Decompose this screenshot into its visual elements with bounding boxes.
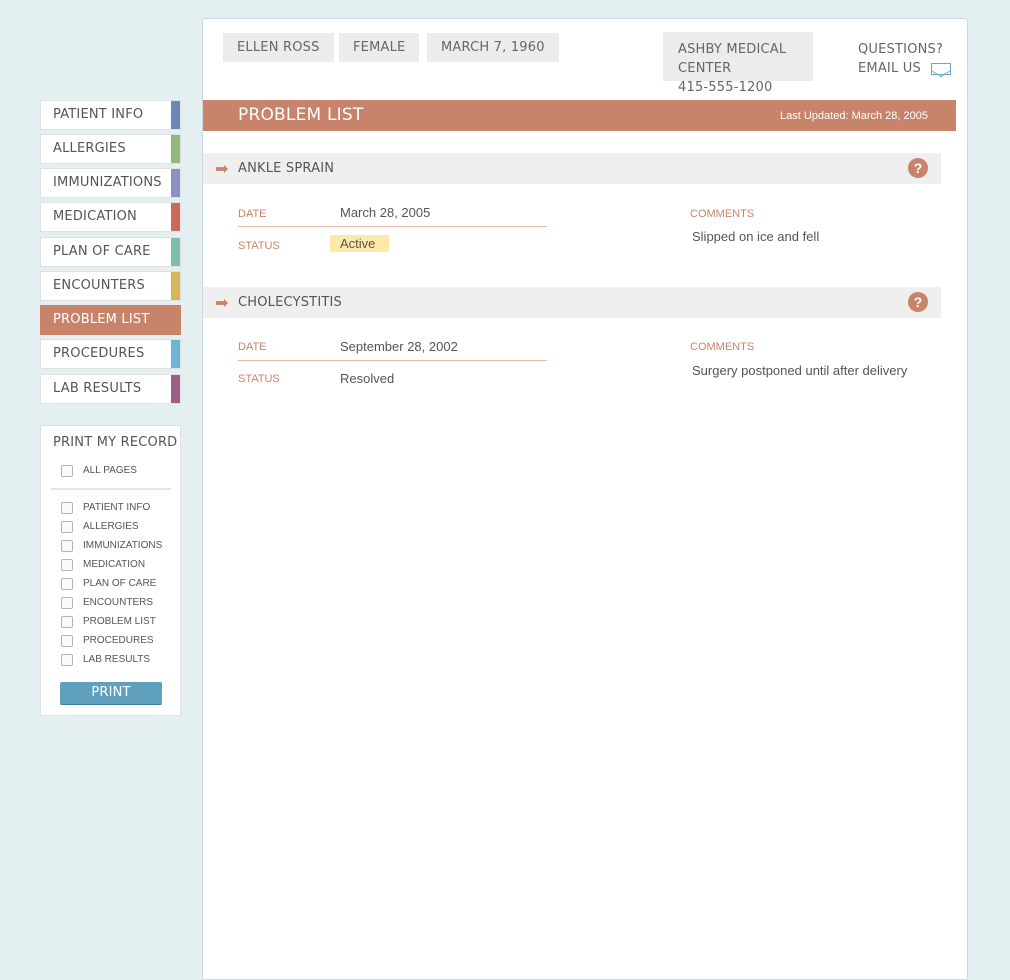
checkbox[interactable] xyxy=(61,540,73,552)
checkbox[interactable] xyxy=(61,521,73,533)
checkbox-label: MEDICATION xyxy=(83,559,146,570)
checkbox[interactable] xyxy=(61,616,73,628)
sidebar-item-label: ALLERGIES xyxy=(53,141,126,156)
contact-block: QUESTIONS? EMAIL US xyxy=(858,40,952,78)
sidebar-item-label: IMMUNIZATIONS xyxy=(53,175,162,190)
medical-center-info: ASHBY MEDICAL CENTER 415-555-1200 xyxy=(663,32,813,95)
medical-center-phone: 415-555-1200 xyxy=(678,80,773,95)
main-panel: ELLEN ROSS FEMALE MARCH 7, 1960 ASHBY ME… xyxy=(202,18,968,980)
status-label: STATUS xyxy=(238,373,280,385)
color-tab xyxy=(171,340,180,368)
sidebar-item-plan-of-care[interactable]: PLAN OF CARE xyxy=(40,237,181,267)
checkbox[interactable] xyxy=(61,578,73,590)
help-icon[interactable]: ? xyxy=(908,158,928,178)
sidebar-item-medication[interactable]: MEDICATION xyxy=(40,202,181,232)
checkbox-label: LAB RESULTS xyxy=(83,654,151,665)
checkbox[interactable] xyxy=(61,502,73,514)
sidebar-item-label: PATIENT INFO xyxy=(53,107,144,122)
checkbox-label: ALLERGIES xyxy=(83,521,139,532)
print-button[interactable]: PRINT xyxy=(60,682,162,705)
problem-comments: Slipped on ice and fell xyxy=(692,229,820,244)
checkbox[interactable] xyxy=(61,635,73,647)
comments-label: COMMENTS xyxy=(690,341,755,353)
color-tab xyxy=(171,375,180,403)
patient-dob: MARCH 7, 1960 xyxy=(427,33,559,62)
color-tab xyxy=(171,272,180,300)
print-panel-title: PRINT MY RECORD xyxy=(53,435,178,450)
divider xyxy=(238,226,547,227)
status-active: Active xyxy=(330,235,390,252)
last-updated: Last Updated: March 28, 2005 xyxy=(780,110,928,122)
color-tab xyxy=(171,101,180,129)
checkbox[interactable] xyxy=(61,465,73,477)
divider xyxy=(238,360,547,361)
patient-sex: FEMALE xyxy=(339,33,420,62)
color-tab xyxy=(171,135,180,163)
status-label: STATUS xyxy=(238,240,280,252)
sidebar-item-encounters[interactable]: ENCOUNTERS xyxy=(40,271,181,301)
checkbox-label: PLAN OF CARE xyxy=(83,578,157,589)
color-tab xyxy=(171,169,180,197)
medical-center-name: ASHBY MEDICAL CENTER xyxy=(678,42,787,76)
problem-date: September 28, 2002 xyxy=(340,339,458,354)
checkbox-label: IMMUNIZATIONS xyxy=(83,540,163,551)
checkbox-label: PROBLEM LIST xyxy=(83,616,156,627)
help-icon[interactable]: ? xyxy=(908,292,928,312)
checkbox-label: ALL PAGES xyxy=(83,465,137,476)
sidebar-item-lab-results[interactable]: LAB RESULTS xyxy=(40,374,181,404)
comments-label: COMMENTS xyxy=(690,208,755,220)
page-title: PROBLEM LIST xyxy=(238,105,364,125)
sidebar-item-label: MEDICATION xyxy=(53,209,137,224)
problem-header-cholecystitis[interactable]: ➡ CHOLECYSTITIS ? xyxy=(203,287,941,318)
arrow-right-icon: ➡ xyxy=(215,295,229,312)
patient-name: ELLEN ROSS xyxy=(223,33,334,62)
sidebar-item-patient-info[interactable]: PATIENT INFO xyxy=(40,100,181,130)
sidebar-item-label: PROCEDURES xyxy=(53,346,145,361)
color-tab xyxy=(171,238,180,266)
email-us-link[interactable]: EMAIL US xyxy=(858,59,952,78)
problem-status: Resolved xyxy=(340,371,395,386)
date-label: DATE xyxy=(238,341,267,353)
sidebar-item-allergies[interactable]: ALLERGIES xyxy=(40,134,181,164)
checkbox[interactable] xyxy=(61,597,73,609)
problem-date: March 28, 2005 xyxy=(340,205,431,220)
problem-header-ankle-sprain[interactable]: ➡ ANKLE SPRAIN ? xyxy=(203,153,941,184)
problem-name: CHOLECYSTITIS xyxy=(238,295,342,310)
sidebar-item-procedures[interactable]: PROCEDURES xyxy=(40,339,181,369)
sidebar-item-label: PLAN OF CARE xyxy=(53,244,151,259)
checkbox[interactable] xyxy=(61,559,73,571)
print-record-panel: PRINT MY RECORD ALL PAGES PATIENT INFO A… xyxy=(40,425,181,716)
sidebar-item-problem-list[interactable]: PROBLEM LIST xyxy=(40,305,181,335)
problem-name: ANKLE SPRAIN xyxy=(238,161,335,176)
status-badge: Active xyxy=(330,235,390,252)
divider xyxy=(51,488,171,490)
sidebar-item-label: ENCOUNTERS xyxy=(53,278,145,293)
arrow-right-icon: ➡ xyxy=(215,161,229,178)
questions-label: QUESTIONS? xyxy=(858,42,944,57)
color-tab xyxy=(171,203,180,231)
sidebar-item-label: LAB RESULTS xyxy=(53,381,142,396)
email-us-label: EMAIL US xyxy=(858,61,921,76)
sidebar-item-label: PROBLEM LIST xyxy=(53,312,150,327)
checkbox-label: ENCOUNTERS xyxy=(83,597,154,608)
checkbox-label: PROCEDURES xyxy=(83,635,154,646)
date-label: DATE xyxy=(238,208,267,220)
checkbox[interactable] xyxy=(61,654,73,666)
page-title-bar: PROBLEM LIST Last Updated: March 28, 200… xyxy=(203,100,956,131)
checkbox-label: PATIENT INFO xyxy=(83,502,151,513)
problem-comments: Surgery postponed until after delivery xyxy=(692,363,908,378)
sidebar-item-immunizations[interactable]: IMMUNIZATIONS xyxy=(40,168,181,198)
envelope-icon xyxy=(931,62,952,75)
